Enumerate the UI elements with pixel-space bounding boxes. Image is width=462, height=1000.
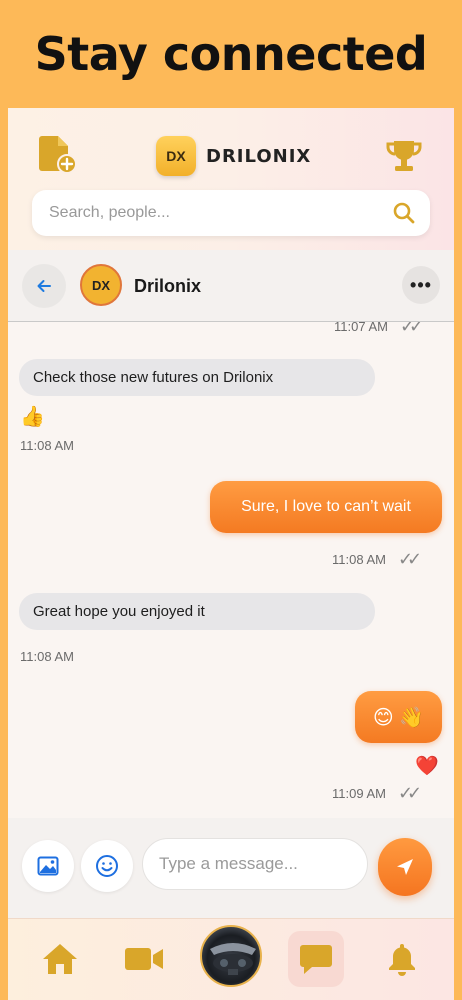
- more-options-button[interactable]: •••: [402, 266, 440, 304]
- read-receipt-icon: ✓✓: [397, 549, 422, 569]
- bell-icon: [389, 944, 415, 976]
- nav-home[interactable]: [36, 935, 84, 983]
- message-time: 11:07 AM: [334, 322, 388, 334]
- message-time: 11:09 AM: [332, 786, 386, 801]
- trophy-icon[interactable]: [385, 138, 423, 174]
- message-meta: 11:08 AM: [20, 649, 74, 664]
- read-receipt-icon: ✓✓: [399, 322, 424, 336]
- reaction-thumbs-up-icon[interactable]: 👍: [20, 404, 45, 429]
- home-icon: [43, 944, 77, 974]
- nav-chat[interactable]: [288, 931, 344, 987]
- outgoing-message[interactable]: 😊 👋: [355, 691, 442, 743]
- profile-avatar[interactable]: [200, 925, 262, 987]
- message-list[interactable]: 11:07 AM ✓✓ Check those new futures on D…: [8, 322, 454, 818]
- message-text: Great hope you enjoyed it: [33, 603, 205, 620]
- contact-name[interactable]: Drilonix: [134, 276, 201, 297]
- add-file-icon[interactable]: [38, 134, 78, 174]
- profile-photo: [210, 943, 256, 975]
- nav-video[interactable]: [120, 935, 168, 983]
- incoming-message[interactable]: Great hope you enjoyed it: [19, 593, 375, 630]
- chat-header: DX Drilonix •••: [8, 250, 454, 322]
- message-time: 11:08 AM: [20, 649, 74, 664]
- message-composer: [8, 818, 454, 918]
- read-receipt-icon: ✓✓: [397, 783, 422, 803]
- attach-image-button[interactable]: [22, 840, 74, 892]
- outgoing-message[interactable]: Sure, I love to can’t wait: [210, 481, 442, 533]
- video-icon: [125, 948, 163, 970]
- search-input[interactable]: [49, 204, 392, 222]
- message-time: 11:08 AM: [20, 438, 74, 453]
- phone-screen: DX DRILONIX DX Drilonix •••: [8, 108, 454, 1000]
- send-button[interactable]: [378, 838, 432, 896]
- message-meta: 11:07 AM ✓✓: [334, 322, 424, 337]
- reaction-heart-icon[interactable]: ❤️: [415, 754, 439, 778]
- brand-logo: DX: [156, 136, 196, 176]
- send-icon: [397, 859, 413, 875]
- brand: DX DRILONIX: [156, 136, 311, 176]
- brand-name: DRILONIX: [206, 145, 312, 167]
- emoji-button[interactable]: [81, 840, 133, 892]
- search-bar[interactable]: [32, 190, 430, 236]
- message-text: Sure, I love to can’t wait: [241, 498, 411, 515]
- back-button[interactable]: [22, 264, 66, 308]
- nav-notifications[interactable]: [378, 935, 426, 983]
- image-icon: [37, 856, 59, 876]
- search-icon[interactable]: [392, 201, 416, 225]
- message-text: Check those new futures on Drilonix: [33, 369, 274, 386]
- smiley-icon: [96, 855, 118, 877]
- message-input[interactable]: [142, 838, 368, 890]
- message-meta: 11:08 AM: [20, 438, 74, 453]
- chat-icon: [300, 945, 332, 974]
- incoming-message[interactable]: Check those new futures on Drilonix: [19, 359, 375, 396]
- message-text: 😊 👋: [372, 706, 425, 729]
- arrow-left-icon: [37, 280, 51, 292]
- message-meta: 11:08 AM ✓✓: [332, 549, 422, 570]
- app-bar: DX DRILONIX: [8, 108, 454, 250]
- message-meta: 11:09 AM ✓✓: [332, 783, 422, 804]
- bottom-navigation: [8, 918, 454, 1000]
- message-time: 11:08 AM: [332, 552, 386, 567]
- headline: Stay connected: [34, 27, 428, 81]
- contact-avatar[interactable]: DX: [80, 264, 122, 306]
